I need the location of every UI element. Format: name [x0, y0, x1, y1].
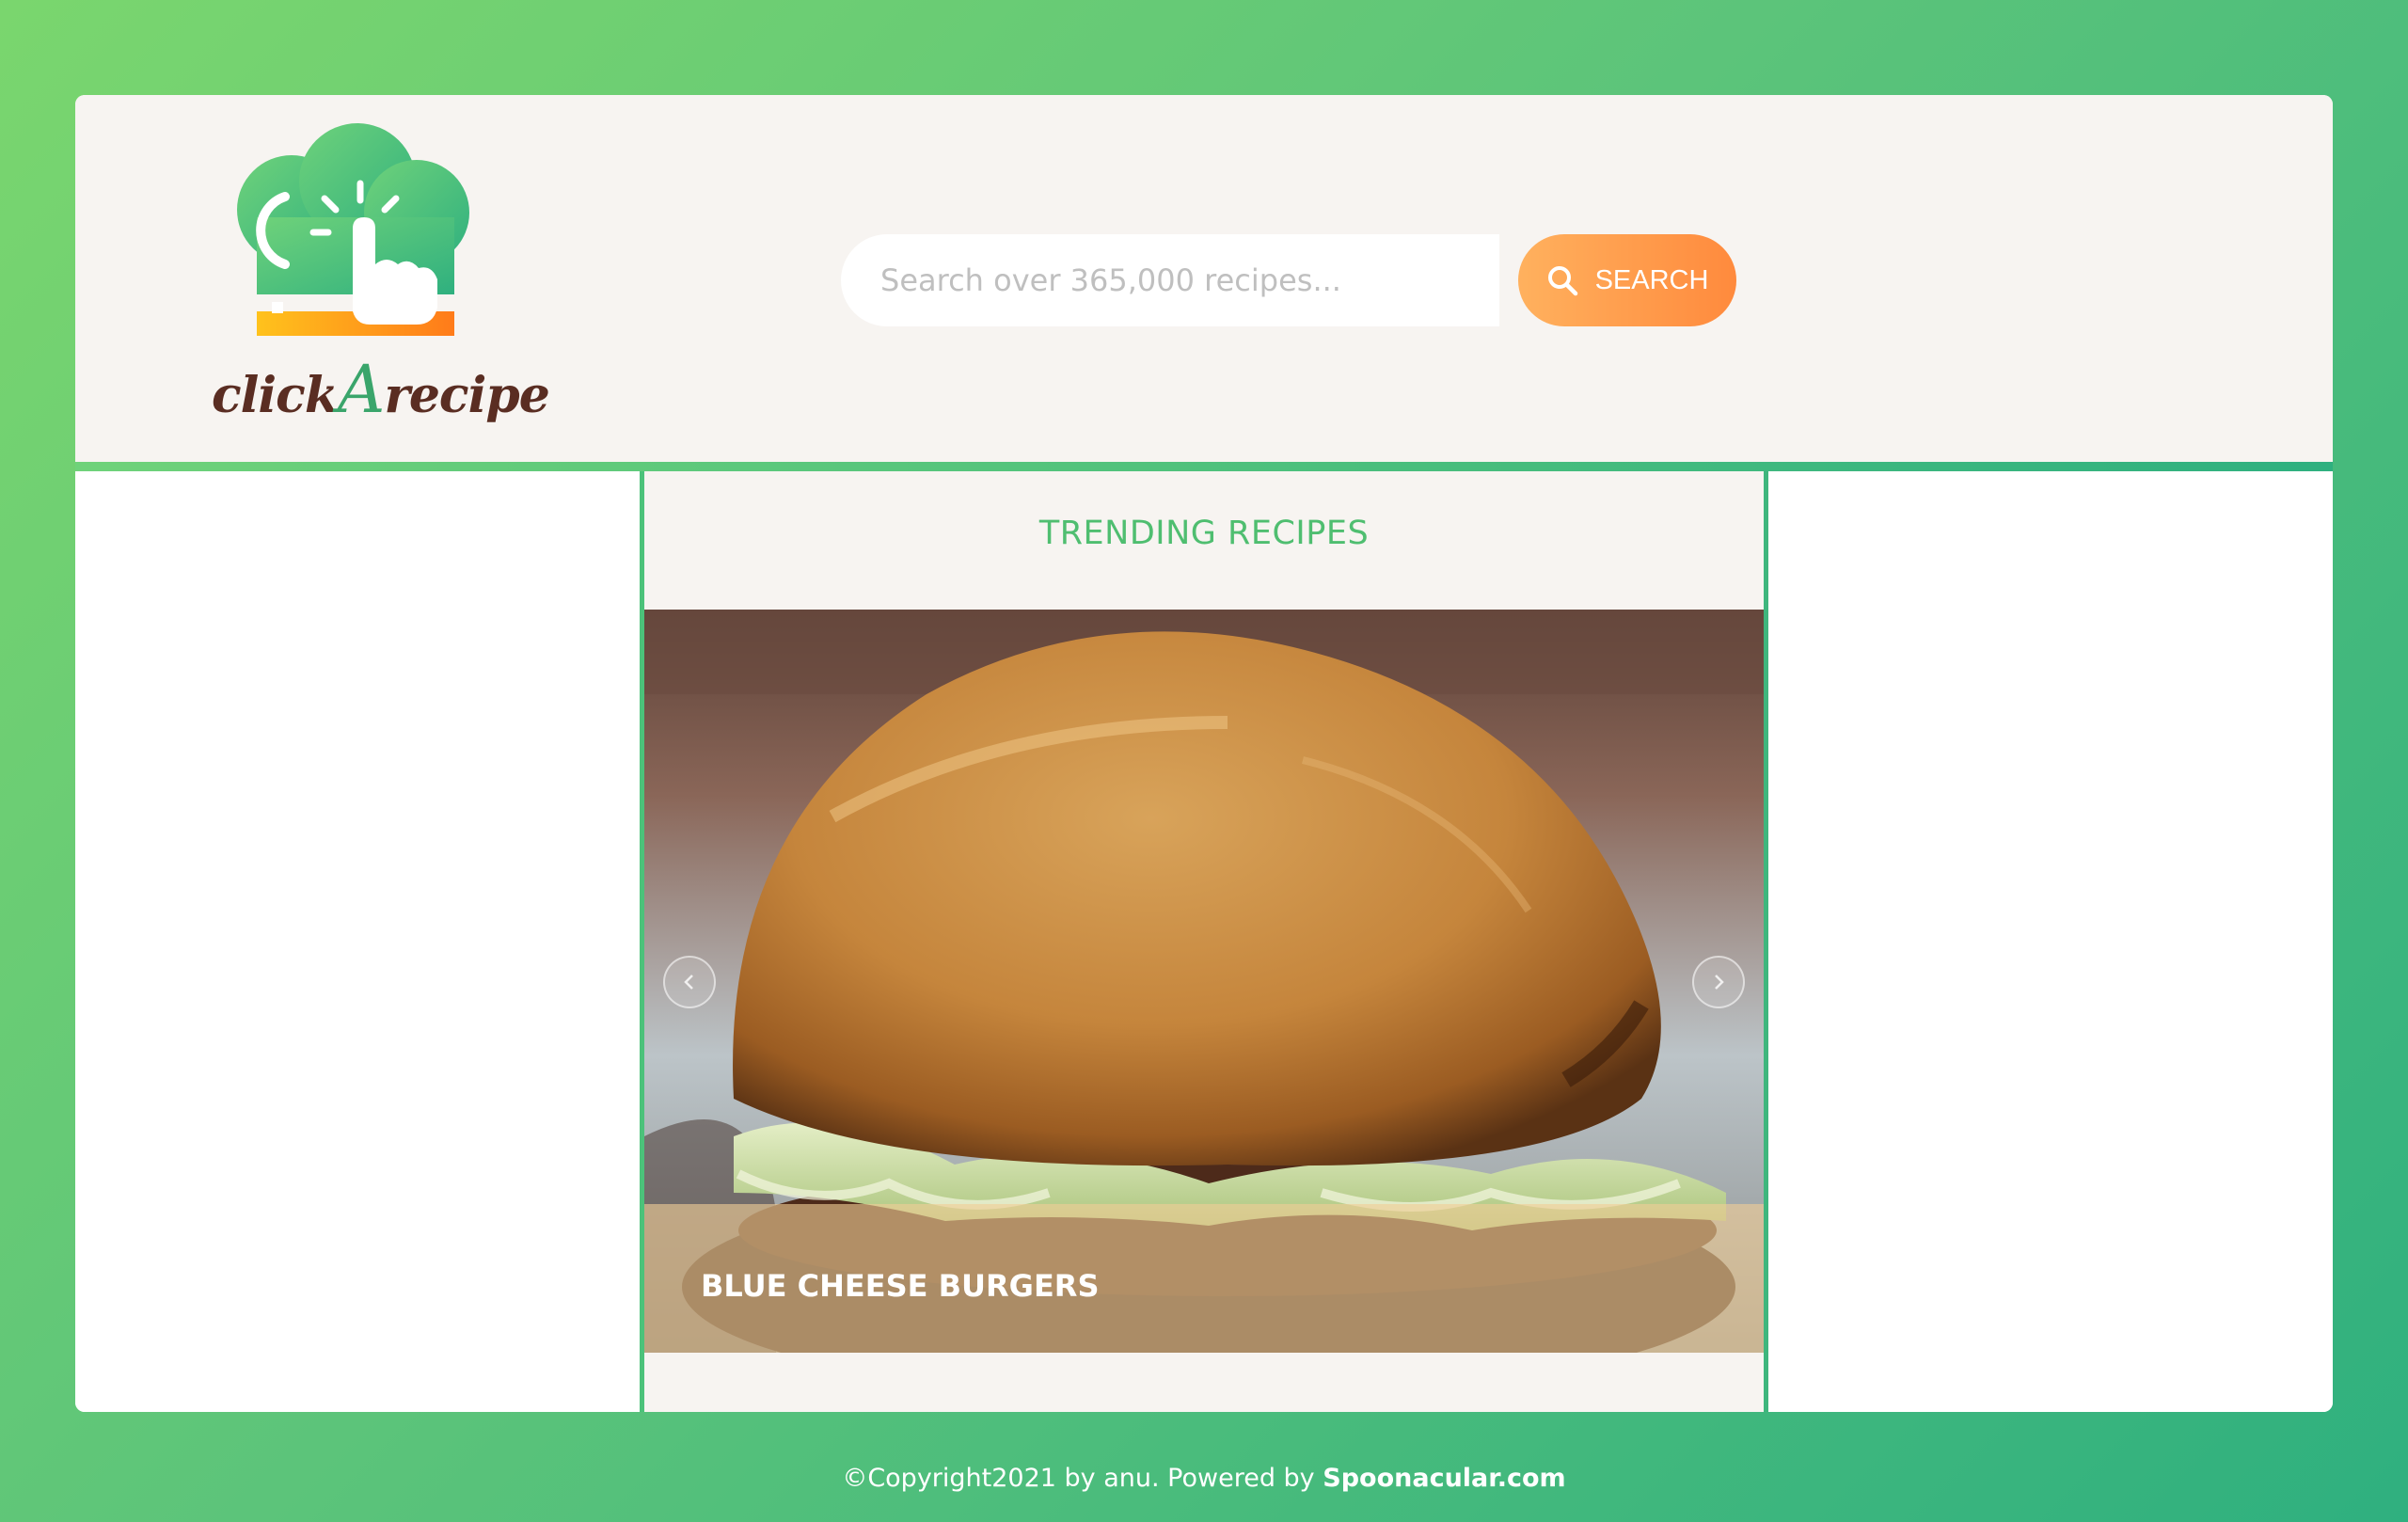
search-icon — [1547, 266, 1577, 296]
logo[interactable]: clickArecipe — [212, 123, 550, 443]
carousel-next-button[interactable] — [1692, 956, 1745, 1008]
chevron-left-icon — [684, 975, 693, 990]
search-bar: SEARCH — [841, 234, 1736, 326]
search-button-label: SEARCH — [1594, 264, 1709, 295]
left-panel — [75, 471, 640, 1412]
header: clickArecipe SEARCH — [75, 95, 2333, 462]
logo-text-suffix: recipe — [384, 367, 549, 424]
recipe-caption[interactable]: BLUE CHEESE BURGERS — [701, 1268, 1099, 1304]
trending-title: TRENDING RECIPES — [1038, 515, 1370, 552]
chevron-right-icon — [1715, 975, 1724, 990]
search-button[interactable]: SEARCH — [1518, 234, 1736, 326]
chef-hat-tap-icon — [237, 123, 469, 336]
footer-link-spoonacular[interactable]: Spoonacular.com — [1323, 1464, 1565, 1493]
logo-text-letter: A — [337, 351, 386, 428]
app-card: clickArecipe SEARCH TRENDING RECIPES — [75, 95, 2333, 1412]
header-divider — [75, 462, 2333, 471]
footer: ©Copyright2021 by anu. Powered by Spoona… — [0, 1464, 2408, 1493]
recipe-carousel[interactable]: BLUE CHEESE BURGERS — [644, 610, 1764, 1353]
search-input[interactable] — [841, 234, 1499, 326]
right-panel — [1768, 471, 2333, 1412]
caption-bar: BLUE CHEESE BURGERS — [644, 1204, 1764, 1353]
logo-wordmark: clickArecipe — [212, 351, 550, 428]
trending-panel: TRENDING RECIPES BLUE CHEESE BURGERS — [640, 471, 1768, 1412]
footer-copyright: ©Copyright2021 by anu. Powered by — [842, 1464, 1323, 1493]
logo-text-prefix: click — [212, 367, 339, 424]
carousel-prev-button[interactable] — [663, 956, 716, 1008]
